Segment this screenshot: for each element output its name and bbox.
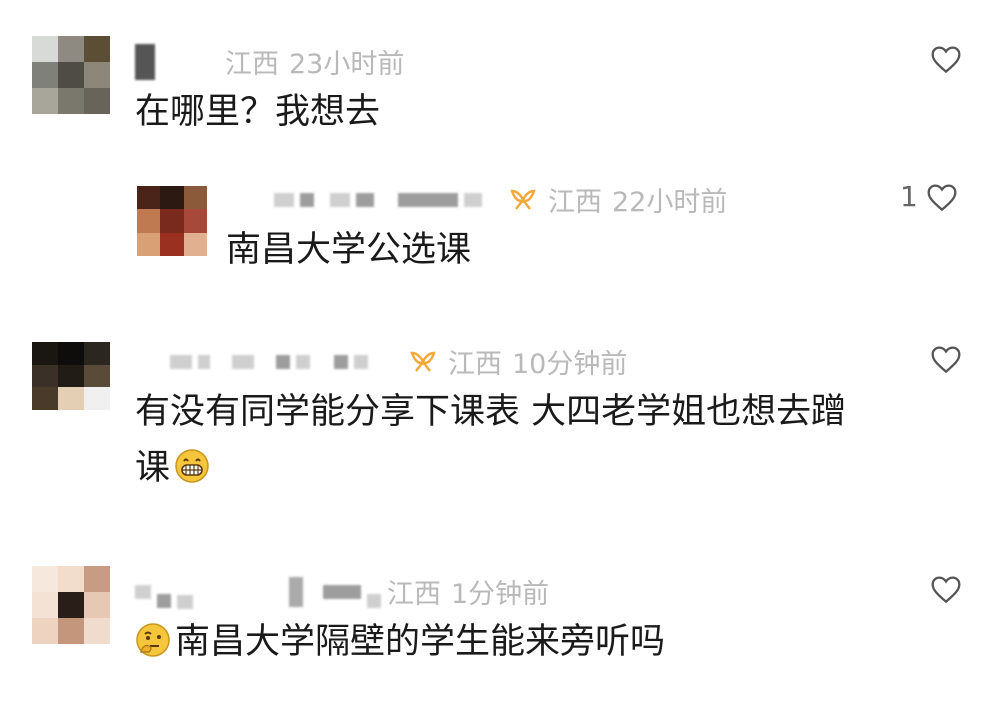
timestamp: 10分钟前 <box>512 349 628 380</box>
like-button[interactable] <box>930 44 962 74</box>
timestamp: 22小时前 <box>612 187 728 218</box>
location-label: 江西 <box>548 187 602 218</box>
like-button[interactable]: 1 <box>900 180 958 213</box>
like-button[interactable] <box>930 344 962 374</box>
heart-outline-icon <box>927 184 957 211</box>
heart-outline-icon <box>931 46 961 74</box>
comment-text: 南昌大学隔壁的学生能来旁听吗 <box>175 622 666 662</box>
timestamp: 1分钟前 <box>451 579 550 610</box>
comment-text: 南昌大学公选课 <box>226 230 472 270</box>
comment-text-line: 南昌大学隔壁的学生能来旁听吗 <box>135 614 665 670</box>
comment-meta: 江西 23小时前 <box>135 42 404 81</box>
orange-ribbon-badge-icon <box>410 351 436 372</box>
comment-text: 有没有同学能分享下课表 大四老学姐也想去蹭 <box>135 392 847 432</box>
avatar[interactable] <box>32 36 110 114</box>
avatar[interactable] <box>32 566 110 644</box>
location-label: 江西 <box>225 49 279 80</box>
location-label: 江西 <box>448 349 502 380</box>
username-blurred[interactable] <box>135 584 151 599</box>
like-button[interactable] <box>930 574 962 604</box>
comment-meta: 江西 10分钟前 <box>170 342 627 381</box>
comment-meta: 江西 22小时前 <box>274 180 727 219</box>
username-blurred[interactable] <box>274 192 294 207</box>
avatar[interactable] <box>137 186 207 256</box>
timestamp: 23小时前 <box>289 49 405 80</box>
heart-outline-icon <box>931 576 961 604</box>
comment-meta: 江西 1分钟前 <box>135 572 549 611</box>
comment-text-continuation: 课 <box>135 448 171 488</box>
grinning-face-emoji <box>175 449 209 483</box>
orange-ribbon-badge-icon <box>510 189 536 210</box>
thinking-face-emoji <box>136 623 170 657</box>
location-label: 江西 <box>387 579 441 610</box>
comment-text-line2: 课 <box>135 440 210 496</box>
like-count: 1 <box>900 180 918 213</box>
heart-outline-icon <box>931 346 961 374</box>
username-blurred[interactable] <box>135 43 155 80</box>
username-blurred[interactable] <box>170 354 192 369</box>
comment-text: 在哪里？我想去 <box>135 92 381 132</box>
avatar[interactable] <box>32 342 110 410</box>
